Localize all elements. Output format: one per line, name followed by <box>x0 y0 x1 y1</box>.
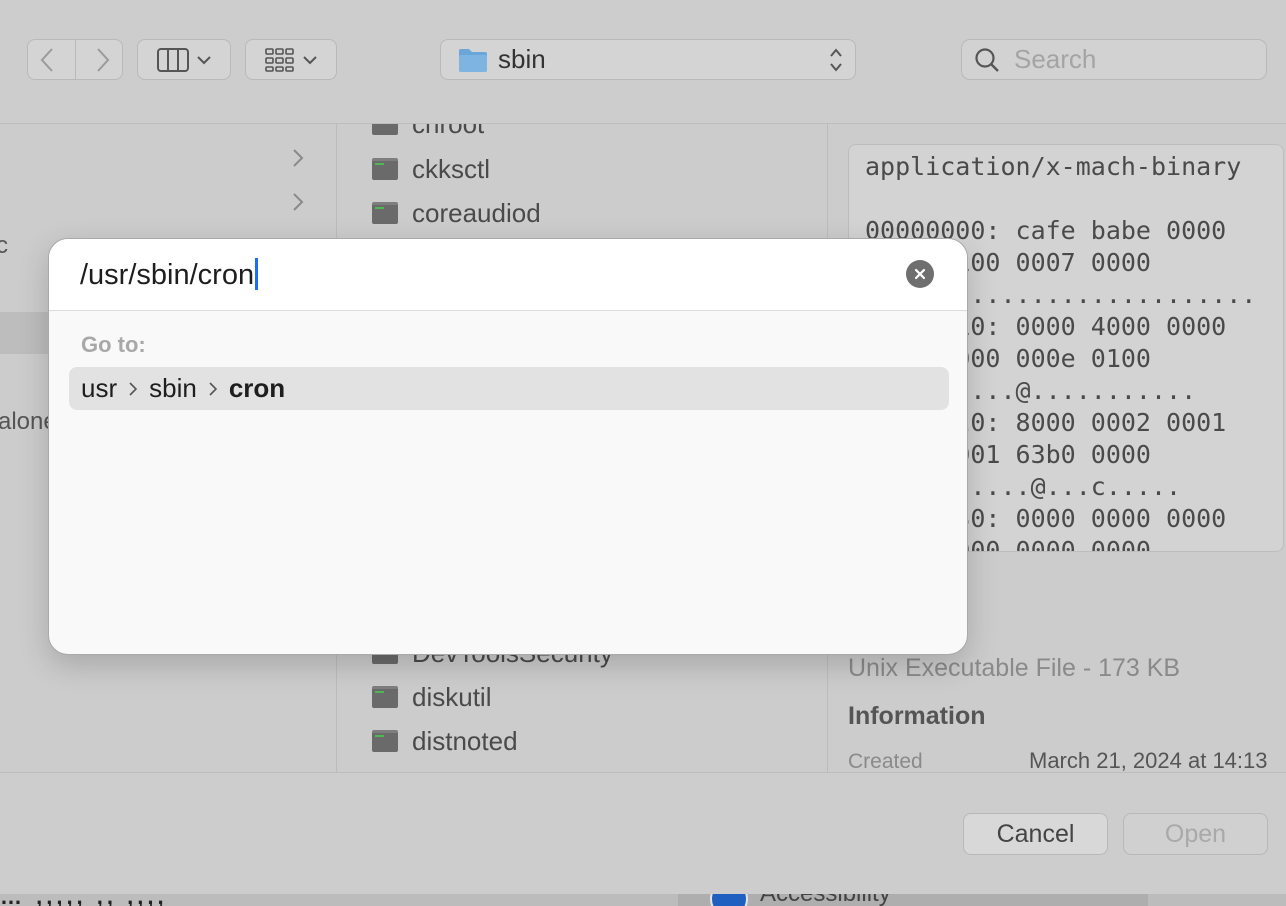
chevron-right-icon <box>293 193 304 211</box>
columns-view-icon <box>157 47 189 72</box>
go-to-label: Go to: <box>81 332 146 357</box>
terminal-exec-icon <box>372 202 398 224</box>
terminal-exec-icon <box>372 124 398 135</box>
folder-icon <box>459 48 487 72</box>
forward-button[interactable] <box>83 40 122 79</box>
file-name: chroot <box>412 124 484 140</box>
back-forward-group <box>27 39 123 80</box>
file-name: ckksctl <box>412 153 490 184</box>
toolbar: sbin <box>0 0 1286 124</box>
file-name: coreaudiod <box>412 197 541 228</box>
crumb-usr: usr <box>81 373 118 403</box>
list-item[interactable]: coreaudiod <box>372 191 541 235</box>
created-value: March 21, 2024 at 14:13 <box>1029 748 1268 772</box>
chevron-down-icon <box>303 55 317 64</box>
created-label: Created <box>848 750 923 772</box>
crumb-sbin: sbin <box>149 373 197 403</box>
updown-chevron-icon <box>830 48 842 72</box>
clear-button[interactable] <box>906 260 934 288</box>
back-button[interactable] <box>28 40 67 79</box>
bottom-bar: Cancel Open <box>0 772 1286 895</box>
open-button[interactable]: Open <box>1123 813 1268 855</box>
path-popup-label: sbin <box>498 44 546 74</box>
cancel-button[interactable]: Cancel <box>963 813 1108 855</box>
accessibility-label: Accessibility <box>760 894 891 906</box>
path-input-field[interactable]: /usr/sbin/cron <box>49 239 967 311</box>
chevron-left-icon <box>40 47 54 72</box>
nav-divider <box>74 40 76 79</box>
chevron-down-icon <box>197 55 211 64</box>
chevron-right-icon <box>293 149 304 167</box>
accessibility-icon <box>710 894 748 906</box>
text-caret <box>255 258 259 290</box>
background-text: … ,,,,, ,, ,,,, <box>0 894 168 906</box>
path-popup-button[interactable]: sbin <box>440 39 856 80</box>
list-item[interactable]: chroot <box>372 124 484 146</box>
mime-type: application/x-mach-binary <box>865 152 1242 181</box>
background-window-strip: … ,,,,, ,, ,,,, Accessibility <box>0 894 1286 906</box>
crumb-cron: cron <box>228 373 286 403</box>
chevron-right-icon <box>197 381 229 396</box>
search-input[interactable] <box>1012 43 1246 76</box>
hex-line <box>865 183 1283 215</box>
partial-item-text: c <box>0 232 8 259</box>
path-suggestion[interactable]: usr sbin cron <box>69 367 949 410</box>
file-kind: Unix Executable File - 173 KB <box>848 654 1181 682</box>
group-button[interactable] <box>245 39 337 80</box>
chevron-right-icon <box>117 381 149 396</box>
file-name: diskutil <box>412 681 492 712</box>
file-name: distnoted <box>412 725 518 756</box>
close-icon <box>914 268 926 280</box>
selected-row-highlight <box>0 312 48 354</box>
search-field[interactable] <box>961 39 1267 80</box>
background-panel <box>678 894 1148 906</box>
search-icon <box>975 47 999 72</box>
terminal-exec-icon <box>372 730 398 752</box>
go-to-folder-dialog: /usr/sbin/cron Go to: usr sbin cron <box>48 238 968 655</box>
list-item[interactable]: ckksctl <box>372 147 490 191</box>
terminal-exec-icon <box>372 158 398 180</box>
information-heading: Information <box>848 702 986 730</box>
chevron-right-icon <box>96 47 110 72</box>
list-item[interactable]: diskutil <box>372 675 491 719</box>
path-input-value-wrap[interactable]: /usr/sbin/cron <box>80 258 259 292</box>
view-mode-button[interactable] <box>137 39 231 80</box>
grid-icon <box>265 47 294 72</box>
list-item[interactable]: distnoted <box>372 719 518 763</box>
terminal-exec-icon <box>372 686 398 708</box>
path-input-value[interactable]: /usr/sbin/cron <box>80 259 254 291</box>
